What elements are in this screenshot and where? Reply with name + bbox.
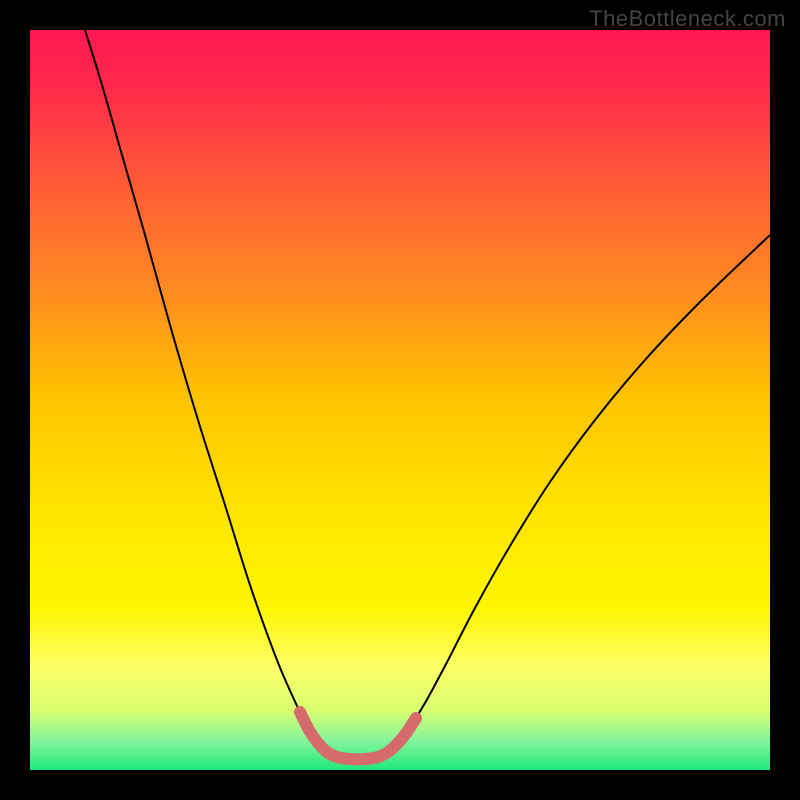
chart-plot: [30, 30, 770, 770]
chart-background: [30, 30, 770, 770]
chart-frame: TheBottleneck.com: [0, 0, 800, 800]
watermark-text: TheBottleneck.com: [589, 6, 786, 32]
chart-svg: [30, 30, 770, 770]
